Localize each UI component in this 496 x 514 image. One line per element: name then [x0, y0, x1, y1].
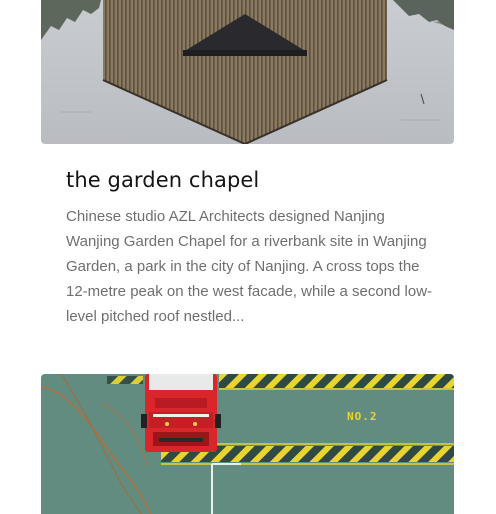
article-feed: the garden chapel Chinese studio AZL Arc…	[0, 0, 496, 514]
article-card-garden-chapel[interactable]: the garden chapel Chinese studio AZL Arc…	[41, 0, 454, 329]
article-image-link[interactable]	[41, 0, 454, 144]
fire-truck-aerial-photo: NO.2	[41, 374, 454, 514]
chapel-reflection-photo	[41, 0, 454, 144]
article-title[interactable]: the garden chapel	[66, 166, 454, 194]
bay-number-text: NO.2	[347, 410, 378, 423]
article-card-fire-station[interactable]: NO.2	[41, 374, 454, 514]
article-excerpt: Chinese studio AZL Architects designed N…	[66, 208, 433, 325]
article-image-link[interactable]: NO.2	[41, 374, 454, 514]
